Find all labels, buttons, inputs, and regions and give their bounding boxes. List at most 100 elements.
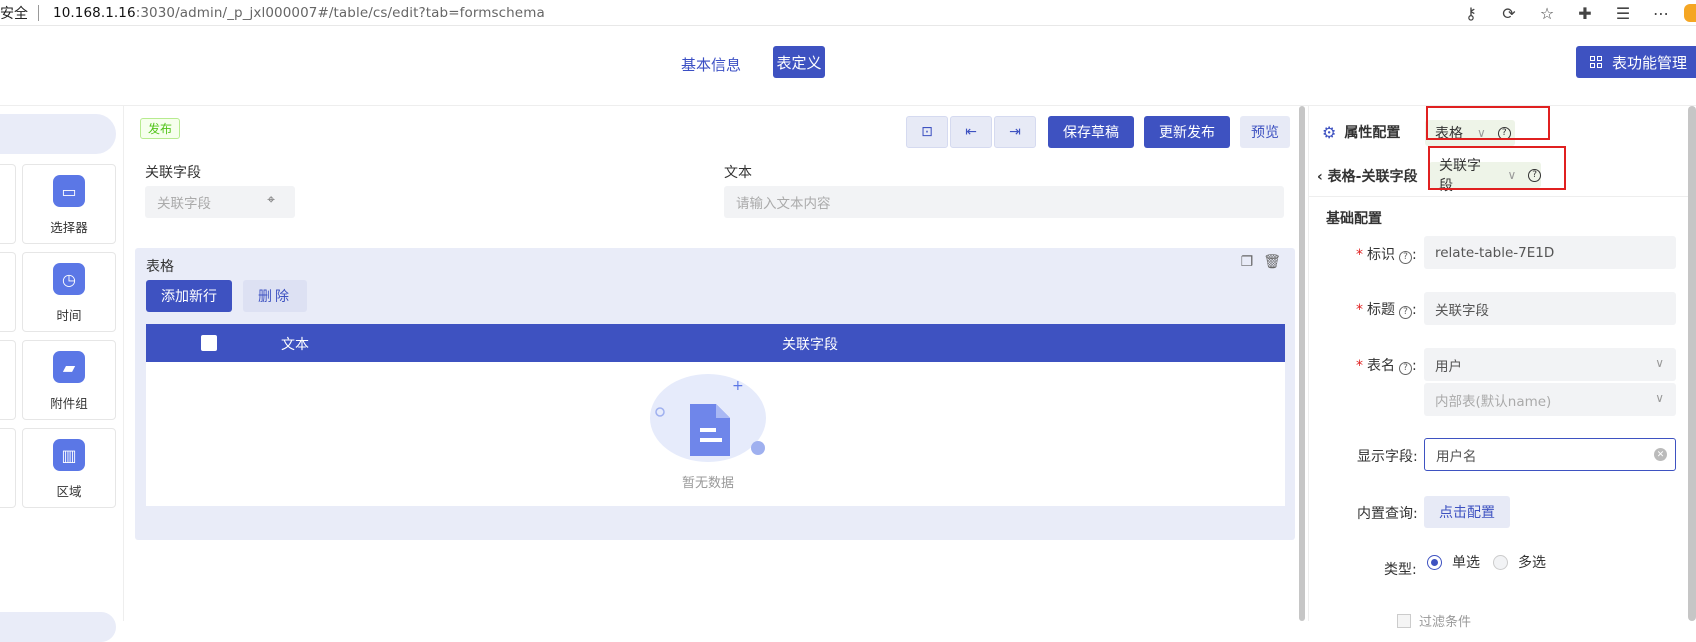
component-card-partial[interactable] bbox=[0, 340, 16, 420]
component-label: 区域 bbox=[56, 484, 82, 499]
divider bbox=[1309, 196, 1696, 197]
column-header: 文本 bbox=[281, 337, 309, 353]
import-icon: ⇤ bbox=[965, 124, 977, 140]
radio-single-label: 单选 bbox=[1452, 555, 1480, 571]
breadcrumb[interactable]: ‹ 表格-关联字段 bbox=[1317, 166, 1417, 186]
component-time[interactable]: ◷ 时间 bbox=[22, 252, 116, 332]
breadcrumb-label: 表格-关联字段 bbox=[1327, 169, 1418, 185]
url-field[interactable]: 10.168.1.16:3030/admin/_p_jxl000007#/tab… bbox=[53, 5, 545, 21]
relation-field-input[interactable]: 关联字段 ⌖ bbox=[145, 186, 295, 218]
title-value: 关联字段 bbox=[1435, 302, 1489, 319]
gear-icon: ⚙ bbox=[1322, 122, 1337, 142]
properties-scrollbar[interactable] bbox=[1688, 106, 1696, 621]
component-label: 时间 bbox=[56, 308, 82, 323]
status-badge: 发布 bbox=[140, 118, 180, 139]
configure-button[interactable]: 点击配置 bbox=[1424, 496, 1510, 528]
clock-icon: ◷ bbox=[53, 263, 85, 295]
internal-table-select[interactable]: 内部表(默认name) ∨ bbox=[1424, 383, 1676, 416]
radio-multiple-label: 多选 bbox=[1518, 555, 1546, 571]
field-label: 关联字段 bbox=[145, 165, 201, 181]
divider bbox=[38, 4, 39, 21]
table-header: 文本 关联字段 bbox=[146, 324, 1285, 362]
tab-table-definition[interactable]: 表定义 bbox=[773, 46, 825, 78]
terminal-icon: ⊡ bbox=[921, 124, 933, 140]
form-canvas: 发布 ⊡ ⇤ ⇥ 保存草稿 更新发布 预览 关联字段 关联字段 ⌖ 文本 请输入… bbox=[124, 106, 1308, 621]
component-palette: ▭ 选择器 ◷ 时间 ▰ 附件组 ▥ 区域 bbox=[0, 106, 124, 642]
internal-table-placeholder: 内部表(默认name) bbox=[1435, 393, 1552, 410]
table-name-select[interactable]: 用户 ∨ bbox=[1424, 348, 1676, 381]
export-button[interactable]: ⇥ bbox=[994, 116, 1036, 148]
empty-data-illustration: + bbox=[650, 374, 766, 462]
component-card-partial[interactable] bbox=[0, 252, 16, 332]
display-field-value: 用户名 bbox=[1436, 448, 1477, 465]
delete-button[interactable]: 删除 bbox=[243, 280, 307, 312]
code-button[interactable]: ⊡ bbox=[906, 116, 948, 148]
id-input[interactable]: relate-table-7E1D bbox=[1424, 236, 1676, 269]
component-selector[interactable]: ▭ 选择器 bbox=[22, 164, 116, 244]
subtable-grid: 文本 关联字段 + 暂无数据 bbox=[146, 324, 1285, 506]
properties-title: 属性配置 bbox=[1344, 125, 1401, 141]
table-function-manage-button[interactable]: 表功能管理 bbox=[1576, 46, 1696, 78]
component-card-partial[interactable] bbox=[0, 164, 16, 244]
refresh-icon[interactable]: ⟳ bbox=[1500, 4, 1518, 23]
save-draft-button[interactable]: 保存草稿 bbox=[1048, 116, 1134, 148]
component-region[interactable]: ▥ 区域 bbox=[22, 428, 116, 508]
select-all-checkbox[interactable] bbox=[201, 335, 217, 351]
extensions-icon[interactable]: ✚ bbox=[1576, 4, 1594, 23]
id-value: relate-table-7E1D bbox=[1435, 244, 1555, 261]
locate-icon[interactable]: ⌖ bbox=[267, 192, 275, 208]
component-label: 附件组 bbox=[50, 396, 88, 411]
section-title: 基础配置 bbox=[1326, 211, 1382, 227]
title-input[interactable]: 关联字段 bbox=[1424, 292, 1676, 325]
column-header: 关联字段 bbox=[782, 337, 838, 353]
relation-field-placeholder: 关联字段 bbox=[157, 196, 211, 212]
text-input-placeholder: 请输入文本内容 bbox=[736, 196, 831, 212]
top-navigation: 基本信息 表定义 表功能管理 bbox=[0, 26, 1696, 106]
component-attachment-group[interactable]: ▰ 附件组 bbox=[22, 340, 116, 420]
highlight-box bbox=[1428, 146, 1566, 190]
type-label: 类型: bbox=[1384, 562, 1417, 578]
chevron-down-icon: ∨ bbox=[1655, 356, 1664, 370]
component-card-partial[interactable] bbox=[0, 428, 16, 508]
add-row-button[interactable]: 添加新行 bbox=[146, 280, 232, 312]
subtable-component[interactable]: 表格 ❐ 🗑 添加新行 删除 文本 关联字段 + 暂无数据 bbox=[135, 248, 1295, 540]
url-path: :3030/admin/_p_jxl000007#/table/cs/edit?… bbox=[135, 4, 545, 21]
properties-header: ⚙ 属性配置 bbox=[1322, 122, 1400, 142]
builtin-query-label: 内置查询: bbox=[1357, 506, 1418, 522]
map-icon: ▥ bbox=[53, 439, 85, 471]
browser-address-bar: 安全 10.168.1.16:3030/admin/_p_jxl000007#/… bbox=[0, 0, 1696, 26]
key-icon[interactable]: ⚷ bbox=[1462, 4, 1480, 23]
display-field-select[interactable]: 用户名 ✕ bbox=[1424, 438, 1676, 471]
title-label: * 标题?: bbox=[1356, 302, 1417, 319]
more-icon[interactable]: ⋯ bbox=[1652, 4, 1670, 23]
palette-footer bbox=[0, 612, 116, 642]
component-label: 选择器 bbox=[50, 220, 88, 235]
tab-basic-info[interactable]: 基本信息 bbox=[681, 54, 741, 75]
url-host: 10.168.1.16 bbox=[53, 4, 136, 21]
subtable-title: 表格 bbox=[146, 259, 174, 275]
radio-multiple[interactable]: 多选 bbox=[1493, 552, 1546, 572]
copy-icon[interactable]: ❐ bbox=[1241, 254, 1254, 270]
favorites-list-icon[interactable]: ☰ bbox=[1614, 4, 1632, 23]
import-button[interactable]: ⇤ bbox=[950, 116, 992, 148]
display-field-label: 显示字段: bbox=[1357, 449, 1418, 465]
folder-icon: ▰ bbox=[53, 351, 85, 383]
properties-panel: ⚙ 属性配置 表格 ∨ ? ‹ 表格-关联字段 关联字段 ∨ ? 基础配置 * 标… bbox=[1308, 106, 1696, 630]
chevron-down-icon: ∨ bbox=[1655, 391, 1664, 405]
grid-icon bbox=[1590, 56, 1602, 68]
canvas-scrollbar[interactable] bbox=[1299, 106, 1305, 621]
update-publish-button[interactable]: 更新发布 bbox=[1144, 116, 1230, 148]
profile-icon[interactable] bbox=[1684, 4, 1696, 22]
component-search[interactable] bbox=[0, 114, 116, 154]
field-label: 文本 bbox=[724, 165, 752, 181]
preview-button[interactable]: 预览 bbox=[1240, 116, 1290, 148]
trash-icon[interactable]: 🗑 bbox=[1263, 254, 1281, 270]
id-label: * 标识?: bbox=[1356, 247, 1417, 264]
clear-icon[interactable]: ✕ bbox=[1654, 448, 1667, 461]
text-input[interactable]: 请输入文本内容 bbox=[724, 186, 1284, 218]
svg-text:+: + bbox=[732, 378, 744, 394]
empty-data-text: 暂无数据 bbox=[682, 476, 735, 491]
radio-single[interactable]: 单选 bbox=[1427, 552, 1480, 572]
favorite-star-icon[interactable]: ☆ bbox=[1538, 4, 1556, 23]
security-label: 安全 bbox=[0, 5, 28, 22]
